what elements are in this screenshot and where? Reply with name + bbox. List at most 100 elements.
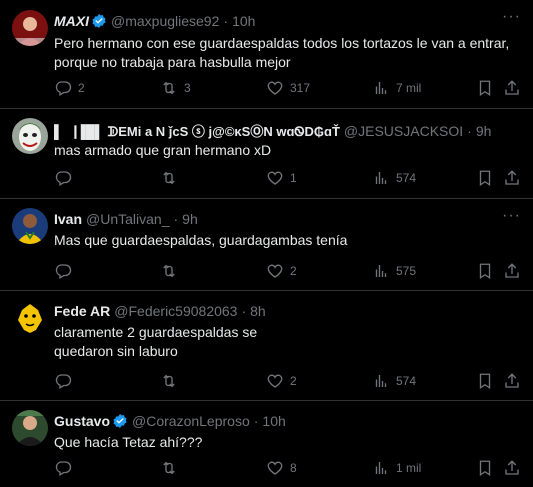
views-chart-icon (375, 172, 387, 184)
share-icon[interactable] (503, 262, 521, 283)
share-icon[interactable] (503, 372, 521, 393)
reply-button[interactable]: 2 (54, 79, 85, 97)
tweet-text: mas armado que gran hermano xD (54, 142, 272, 158)
retweet-icon (163, 171, 175, 185)
reply-count: 2 (78, 81, 85, 95)
views-button[interactable]: 575 (372, 262, 416, 280)
like-button[interactable]: 2 (266, 262, 297, 280)
retweet-icon (163, 264, 175, 278)
reply-feed: MAXI @maxpugliese92 · 10h ··· Pero herma… (0, 0, 533, 487)
separator: · (173, 211, 179, 227)
retweet-count: 3 (184, 81, 191, 95)
views-chart-icon (375, 82, 387, 94)
views-button[interactable]: 7 mil (372, 79, 421, 97)
tweet-header: Fede AR @Federic59082063 · 8h (54, 303, 266, 319)
like-count: 8 (290, 461, 297, 475)
more-options-icon[interactable]: ··· (502, 207, 521, 225)
reply-icon (55, 461, 72, 476)
tweet-text: claramente 2 guardaespaldas se quedaron … (54, 324, 258, 359)
bookmark-icon[interactable] (476, 169, 494, 190)
tweet-header: ▌▕▐█▌ ᗫЕMi a N ǰcS ⓢ j@©κSⓄN wɑᏫD₲ɑŤ @JE… (54, 121, 491, 140)
timestamp[interactable]: 8h (250, 303, 266, 319)
verified-badge-icon (91, 13, 107, 29)
display-name[interactable]: MAXI (54, 13, 89, 29)
retweet-icon (163, 461, 175, 475)
heart-icon (267, 81, 283, 95)
display-name[interactable]: Fede AR (54, 303, 110, 319)
tweet-actions: 1 574 (54, 169, 523, 189)
retweet-button[interactable] (160, 169, 184, 187)
tweet-actions: 2 574 (54, 372, 523, 392)
tweet[interactable]: ▌▕▐█▌ ᗫЕMi a N ǰcS ⓢ j@©κSⓄN wɑᏫD₲ɑŤ @JE… (0, 109, 533, 199)
heart-icon (267, 461, 283, 475)
handle[interactable]: @UnTalivan_ (86, 211, 169, 227)
retweet-button[interactable] (160, 262, 184, 280)
like-button[interactable]: 2 (266, 372, 297, 390)
avatar[interactable] (12, 10, 48, 46)
like-button[interactable]: 8 (266, 459, 297, 477)
tweet-text: Pero hermano con ese guardaespaldas todo… (54, 35, 510, 70)
views-count: 575 (396, 264, 417, 278)
bookmark-icon[interactable] (476, 79, 494, 100)
heart-icon (267, 171, 283, 185)
display-name[interactable]: Ivan (54, 211, 82, 227)
display-name[interactable]: Gustavo (54, 413, 110, 429)
separator: · (241, 303, 247, 319)
like-count: 2 (290, 264, 297, 278)
separator: · (467, 122, 472, 139)
views-button[interactable]: 574 (372, 372, 416, 390)
bookmark-icon[interactable] (476, 262, 494, 283)
retweet-icon (163, 374, 175, 388)
timestamp[interactable]: 10h (262, 413, 285, 429)
avatar[interactable] (12, 118, 48, 154)
tweet[interactable]: Gustavo @CorazonLeproso · 10h Que hacía … (0, 401, 533, 487)
tweet-text: Mas que guardaespaldas, guardagambas ten… (54, 232, 348, 248)
heart-icon (267, 264, 283, 278)
retweet-button[interactable] (160, 372, 184, 390)
bookmark-icon[interactable] (476, 372, 494, 393)
reply-icon (55, 374, 72, 389)
timestamp[interactable]: 10h (232, 13, 255, 29)
separator: · (253, 413, 259, 429)
views-button[interactable]: 1 mil (372, 459, 421, 477)
tweet-actions: 2 3 317 7 mil (54, 79, 523, 99)
views-count: 1 mil (396, 461, 422, 475)
handle[interactable]: @JESUSJACKSOI (344, 123, 463, 139)
share-icon[interactable] (503, 79, 521, 100)
views-button[interactable]: 574 (372, 169, 416, 187)
tweet-header: Gustavo @CorazonLeproso · 10h (54, 413, 286, 429)
retweet-icon (163, 81, 175, 95)
tweet-actions: 2 575 (54, 262, 523, 282)
like-button[interactable]: 1 (266, 169, 297, 187)
share-icon[interactable] (503, 169, 521, 190)
avatar[interactable] (12, 208, 48, 244)
reply-button[interactable] (54, 262, 78, 280)
timestamp[interactable]: 9h (182, 211, 198, 227)
more-options-icon[interactable]: ··· (502, 8, 521, 26)
like-button[interactable]: 317 (266, 79, 310, 97)
bookmark-icon[interactable] (476, 459, 494, 480)
reply-button[interactable] (54, 459, 78, 477)
tweet[interactable]: Ivan @UnTalivan_ · 9h ··· Mas que guarda… (0, 199, 533, 291)
reply-icon (55, 264, 72, 279)
tweet[interactable]: MAXI @maxpugliese92 · 10h ··· Pero herma… (0, 0, 533, 109)
views-count: 574 (396, 171, 417, 185)
tweet[interactable]: Fede AR @Federic59082063 · 8h claramente… (0, 291, 533, 401)
handle[interactable]: @maxpugliese92 (111, 13, 219, 29)
views-chart-icon (375, 375, 387, 387)
views-count: 574 (396, 374, 417, 388)
like-count: 1 (290, 171, 297, 185)
display-name[interactable]: ▌▕▐█▌ ᗫЕMi a N ǰcS ⓢ j@©κSⓄN wɑᏫD₲ɑŤ (54, 121, 340, 140)
like-count: 317 (290, 81, 311, 95)
retweet-button[interactable] (160, 459, 184, 477)
retweet-button[interactable]: 3 (160, 79, 191, 97)
avatar[interactable] (12, 410, 48, 446)
reply-button[interactable] (54, 372, 78, 390)
reply-button[interactable] (54, 169, 78, 187)
avatar[interactable] (12, 300, 48, 336)
tweet-text: Que hacía Tetaz ahí??? (54, 434, 203, 450)
handle[interactable]: @CorazonLeproso (132, 413, 250, 429)
share-icon[interactable] (503, 459, 521, 480)
handle[interactable]: @Federic59082063 (114, 303, 237, 319)
timestamp[interactable]: 9h (476, 123, 492, 139)
